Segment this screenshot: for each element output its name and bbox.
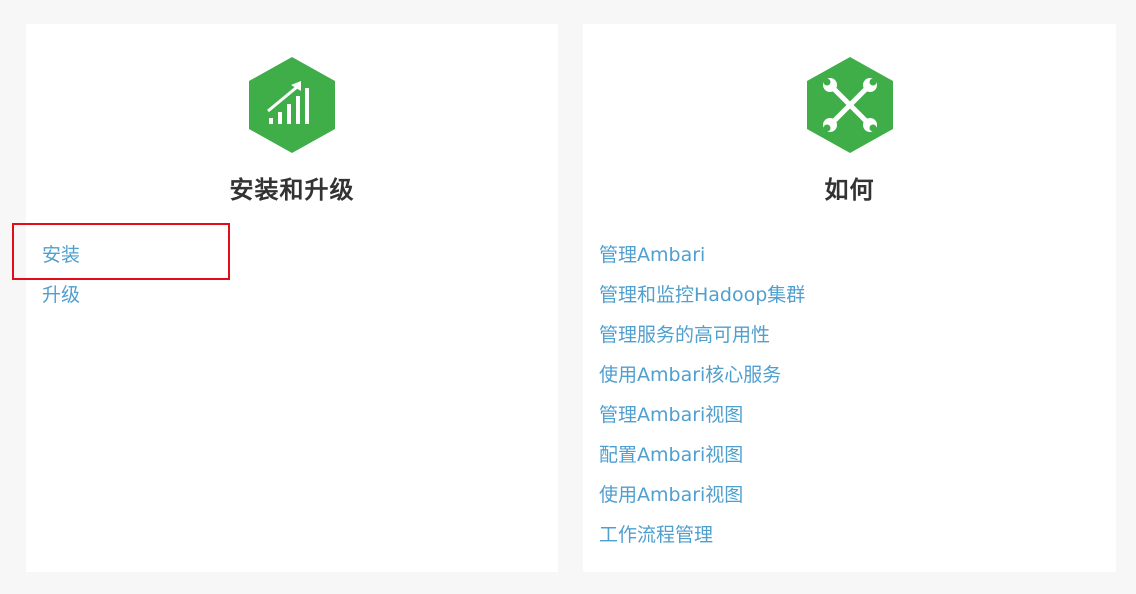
chart-growth-icon [249, 57, 335, 153]
wrench-tools-icon [806, 57, 893, 153]
link-manage-ambari-views[interactable]: 管理Ambari视图 [599, 403, 805, 443]
install-upgrade-links: 安装 升级 [42, 243, 80, 323]
link-workflow-management[interactable]: 工作流程管理 [599, 523, 805, 563]
how-to-links: 管理Ambari 管理和监控Hadoop集群 管理服务的高可用性 使用Ambar… [599, 243, 805, 563]
link-service-high-availability[interactable]: 管理服务的高可用性 [599, 323, 805, 363]
how-to-card: 如何 管理Ambari 管理和监控Hadoop集群 管理服务的高可用性 使用Am… [583, 24, 1116, 572]
link-manage-ambari[interactable]: 管理Ambari [599, 243, 805, 283]
link-use-ambari-views[interactable]: 使用Ambari视图 [599, 483, 805, 523]
link-upgrade[interactable]: 升级 [42, 283, 80, 323]
link-install[interactable]: 安装 [42, 243, 80, 283]
link-ambari-core-services[interactable]: 使用Ambari核心服务 [599, 363, 805, 403]
link-configure-ambari-views[interactable]: 配置Ambari视图 [599, 443, 805, 483]
card-title: 如何 [824, 176, 875, 204]
link-manage-monitor-hadoop[interactable]: 管理和监控Hadoop集群 [599, 283, 805, 323]
card-title: 安装和升级 [229, 176, 355, 204]
install-upgrade-card: 安装和升级 安装 升级 [12, 24, 558, 572]
